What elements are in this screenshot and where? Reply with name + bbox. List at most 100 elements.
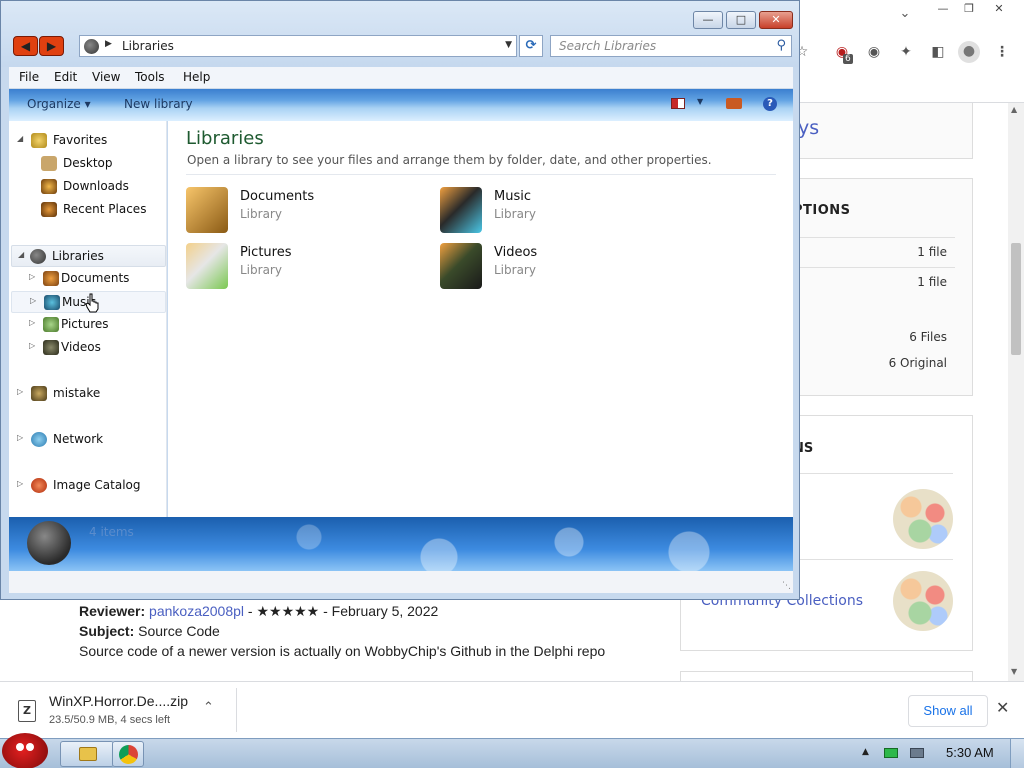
- review-block: Reviewer: pankoza2008pl - ★★★★★ - Februa…: [79, 601, 605, 661]
- network-tray-icon[interactable]: [910, 748, 924, 758]
- explorer-titlebar[interactable]: [1, 1, 799, 67]
- back-arrow-icon[interactable]: ◀: [13, 36, 38, 56]
- tree-item-libraries[interactable]: ◢ Libraries: [11, 245, 166, 267]
- search-input[interactable]: [559, 38, 759, 54]
- collapsed-arrow-icon[interactable]: ▷: [17, 479, 27, 488]
- browser-close-button[interactable]: ✕: [984, 0, 1014, 18]
- content-pane: Libraries Open a library to see your fil…: [168, 121, 793, 517]
- organize-button[interactable]: Organize ▾: [27, 97, 91, 111]
- tab-search-chevron-icon[interactable]: ⌄: [895, 6, 915, 24]
- collapsed-arrow-icon[interactable]: ▷: [17, 433, 27, 442]
- expanded-arrow-icon[interactable]: ◢: [17, 134, 27, 143]
- libraries-globe-icon: [84, 39, 99, 54]
- reviewer-link[interactable]: pankoza2008pl: [149, 603, 244, 619]
- address-dropdown-icon[interactable]: ▼: [505, 40, 512, 50]
- window-controls: — □ ✕: [693, 11, 793, 29]
- extension-badge: 6: [843, 54, 853, 64]
- videos-library-icon: [43, 340, 59, 355]
- minimize-button[interactable]: —: [693, 11, 723, 29]
- show-all-button[interactable]: Show all: [908, 695, 988, 727]
- search-icon[interactable]: ⚲: [776, 38, 786, 53]
- collapsed-arrow-icon[interactable]: ▷: [29, 272, 39, 281]
- tree-item-downloads[interactable]: Downloads: [27, 176, 167, 198]
- taskbar-chrome-button[interactable]: [112, 741, 144, 767]
- scrollbar-thumb[interactable]: [1011, 243, 1021, 355]
- search-box[interactable]: ⚲: [550, 35, 792, 57]
- collapsed-arrow-icon[interactable]: ▷: [17, 387, 27, 396]
- expanded-arrow-icon[interactable]: ◢: [18, 250, 28, 259]
- documents-library-icon: [186, 187, 228, 233]
- forward-arrow-icon[interactable]: ▶: [39, 36, 64, 56]
- library-music[interactable]: Music Library: [440, 185, 670, 235]
- scroll-down-icon[interactable]: ▼: [1011, 667, 1017, 676]
- tree-item-recent-places[interactable]: Recent Places: [27, 199, 167, 221]
- collection-thumbnail[interactable]: [893, 489, 953, 549]
- address-bar[interactable]: ▶ Libraries ▼: [79, 35, 517, 57]
- collapsed-arrow-icon[interactable]: ▷: [30, 296, 40, 305]
- battery-icon[interactable]: [884, 748, 898, 758]
- tray-expand-icon[interactable]: ▲: [862, 747, 869, 757]
- menu-file[interactable]: File: [19, 70, 39, 84]
- breadcrumb-arrow-icon[interactable]: ▶: [105, 39, 112, 49]
- nav-arrows: ◀ ▶: [13, 36, 65, 56]
- resize-grip-icon[interactable]: ⋱: [782, 581, 791, 591]
- browser-menu-icon[interactable]: ⋮: [992, 42, 1012, 62]
- preview-pane-icon[interactable]: [726, 98, 742, 109]
- card-1-title[interactable]: ys: [798, 117, 819, 139]
- library-documents[interactable]: Documents Library: [186, 185, 416, 235]
- profile-avatar-icon[interactable]: ●: [958, 41, 980, 63]
- scroll-up-icon[interactable]: ▲: [1011, 105, 1017, 114]
- library-videos[interactable]: Videos Library: [440, 241, 670, 291]
- page-title: Libraries: [186, 128, 264, 149]
- desktop-icon: [41, 156, 57, 171]
- new-library-button[interactable]: New library: [124, 97, 193, 111]
- browser-restore-button[interactable]: ❐: [954, 0, 984, 18]
- tree-item-videos[interactable]: ▷ Videos: [29, 337, 167, 359]
- show-desktop-button[interactable]: [1010, 739, 1024, 768]
- close-icon[interactable]: ✕: [996, 698, 1009, 717]
- chevron-up-icon[interactable]: ⌃: [203, 700, 214, 715]
- extensions-puzzle-icon[interactable]: ✦: [896, 42, 916, 62]
- favorites-star-icon: [31, 133, 47, 148]
- start-eye: [26, 743, 34, 751]
- download-options-title: PTIONS: [793, 203, 851, 218]
- collapsed-arrow-icon[interactable]: ▷: [29, 341, 39, 350]
- menu-help[interactable]: Help: [183, 70, 210, 84]
- details-pane: 4 items: [9, 517, 793, 571]
- library-pictures[interactable]: Pictures Library: [186, 241, 416, 291]
- close-button[interactable]: ✕: [759, 11, 793, 29]
- tree-item-favorites[interactable]: ◢ Favorites: [17, 130, 167, 152]
- clock[interactable]: 5:30 AM: [946, 745, 994, 760]
- menu-edit[interactable]: Edit: [54, 70, 77, 84]
- image-catalog-icon: [31, 478, 47, 493]
- tree-item-mistake[interactable]: ▷ mistake: [17, 383, 167, 405]
- change-view-icon[interactable]: [671, 98, 685, 109]
- pictures-library-icon: [43, 317, 59, 332]
- help-icon[interactable]: ?: [763, 97, 777, 111]
- menu-tools[interactable]: Tools: [135, 70, 165, 84]
- menu-view[interactable]: View: [92, 70, 120, 84]
- tree-item-pictures[interactable]: ▷ Pictures: [29, 314, 167, 336]
- navigation-pane: ◢ Favorites Desktop Downloads Recent Pla…: [9, 121, 167, 517]
- tree-item-network[interactable]: ▷ Network: [17, 429, 167, 451]
- tree-item-desktop[interactable]: Desktop: [27, 153, 167, 175]
- tree-item-documents[interactable]: ▷ Documents: [29, 268, 167, 290]
- page-scrollbar[interactable]: ▲ ▼: [1008, 103, 1024, 681]
- breadcrumb[interactable]: Libraries: [122, 39, 174, 53]
- refresh-button[interactable]: ⟳: [519, 35, 543, 57]
- maximize-button[interactable]: □: [726, 11, 756, 29]
- divider: [236, 688, 237, 732]
- view-dropdown-icon[interactable]: ▼: [697, 97, 703, 106]
- pictures-library-icon: [186, 243, 228, 289]
- flag-extension-icon[interactable]: ◉: [864, 42, 884, 62]
- tree-item-image-catalog[interactable]: ▷ Image Catalog: [17, 475, 167, 497]
- start-button-icon[interactable]: [2, 733, 48, 768]
- collection-thumbnail[interactable]: [893, 571, 953, 631]
- download-filename[interactable]: WinXP.Horror.De....zip: [49, 693, 188, 709]
- side-panel-icon[interactable]: ◧: [928, 42, 948, 62]
- taskbar-explorer-button[interactable]: [60, 741, 114, 767]
- collapsed-arrow-icon[interactable]: ▷: [29, 318, 39, 327]
- documents-library-icon: [43, 271, 59, 286]
- chrome-icon: [119, 745, 138, 764]
- download-bar: Z WinXP.Horror.De....zip 23.5/50.9 MB, 4…: [0, 681, 1024, 738]
